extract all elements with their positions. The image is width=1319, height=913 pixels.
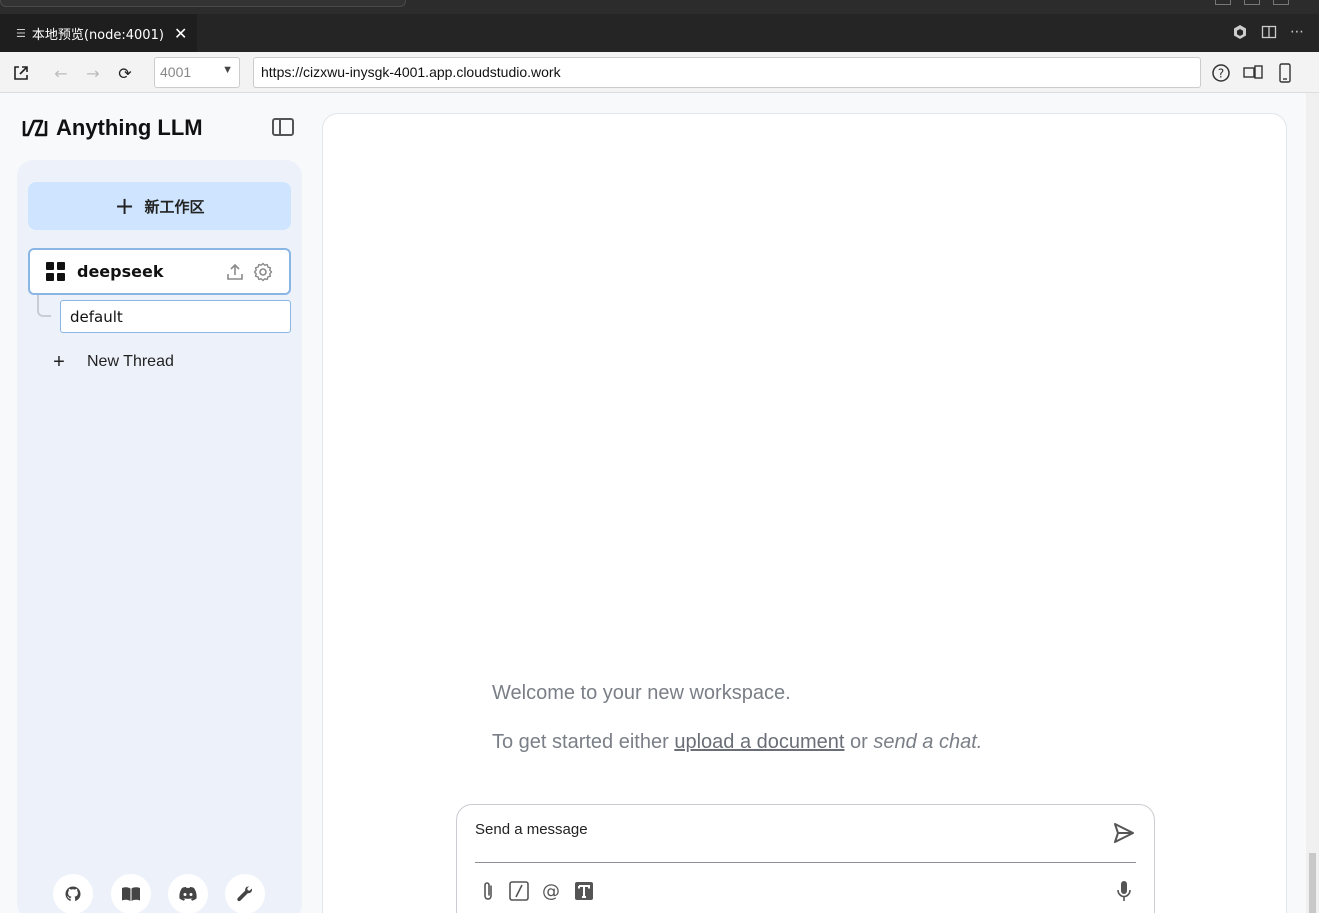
editor-tab-bar: ☰ 本地预览(node:4001) ✕ ⋯ <box>0 14 1319 52</box>
back-arrow-icon[interactable]: ← <box>51 63 71 83</box>
workspace-item-deepseek[interactable]: deepseek <box>28 248 291 295</box>
microphone-icon[interactable] <box>1113 880 1135 902</box>
scrollbar-thumb[interactable] <box>1309 853 1316 913</box>
help-icon[interactable]: ? <box>1211 63 1231 83</box>
port-value: 4001 <box>160 64 192 80</box>
upload-document-link[interactable]: upload a document <box>674 731 844 753</box>
tab-title: 本地预览(node:4001) <box>31 27 164 43</box>
at-mention-icon[interactable]: @ <box>540 880 562 902</box>
app-viewport: Anything LLM + 新工作区 deepseek default + N… <box>0 93 1306 913</box>
sidebar: + 新工作区 deepseek default + New Thread <box>17 160 302 913</box>
new-thread-button[interactable]: + New Thread <box>45 348 174 376</box>
command-center[interactable] <box>0 0 406 7</box>
extension-icon[interactable] <box>1231 23 1249 41</box>
sidebar-toggle-icon[interactable] <box>272 118 294 136</box>
minimize-icon[interactable] <box>1215 0 1231 5</box>
mobile-device-icon[interactable] <box>1275 63 1295 83</box>
attachment-icon[interactable] <box>477 880 499 902</box>
tab-close-icon[interactable]: ✕ <box>174 24 187 43</box>
tab-local-preview[interactable]: ☰ 本地预览(node:4001) ✕ <box>0 14 197 52</box>
svg-text:?: ? <box>1218 67 1224 81</box>
workspace-grid-icon <box>46 262 65 281</box>
maximize-icon[interactable] <box>1244 0 1260 5</box>
send-icon[interactable] <box>1112 821 1136 845</box>
chat-panel: Welcome to your new workspace. To get st… <box>322 113 1287 913</box>
brand-name: Anything LLM <box>56 115 203 140</box>
thread-item-default[interactable]: default <box>60 300 291 333</box>
send-chat-text: send a chat. <box>873 731 983 753</box>
plus-icon: + <box>53 350 65 373</box>
book-icon[interactable] <box>111 874 151 913</box>
forward-arrow-icon[interactable]: → <box>83 63 103 83</box>
welcome-message: Welcome to your new workspace. <box>492 682 791 704</box>
open-external-icon[interactable] <box>11 63 31 83</box>
split-editor-icon[interactable] <box>1260 23 1278 41</box>
new-workspace-label: 新工作区 <box>144 197 205 216</box>
message-composer: Send a message @ <box>456 804 1155 913</box>
get-started-middle: or <box>844 731 874 753</box>
slash-command-icon[interactable] <box>508 880 530 902</box>
composer-divider <box>475 862 1136 863</box>
wrench-icon[interactable] <box>225 874 265 913</box>
chevron-down-icon: ▼ <box>222 64 233 76</box>
preview-toolbar: ← → ⟳ 4001 ▼ https://cizxwu-inysgk-4001.… <box>0 52 1319 93</box>
new-thread-label: New Thread <box>87 353 174 370</box>
close-window-icon[interactable] <box>1273 0 1289 5</box>
new-workspace-button[interactable]: + 新工作区 <box>28 182 291 230</box>
plus-icon: + <box>114 192 135 220</box>
anything-llm-logo-icon <box>22 119 48 137</box>
responsive-devices-icon[interactable] <box>1243 63 1263 83</box>
refresh-icon[interactable]: ⟳ <box>115 63 135 83</box>
brand-logo[interactable]: Anything LLM <box>22 115 203 141</box>
github-icon[interactable] <box>53 874 93 913</box>
url-input[interactable]: https://cizxwu-inysgk-4001.app.cloudstud… <box>253 57 1201 88</box>
gear-icon[interactable] <box>253 262 273 282</box>
text-format-icon[interactable] <box>573 880 595 902</box>
discord-icon[interactable] <box>168 874 208 913</box>
get-started-prefix: To get started either <box>492 731 675 753</box>
upload-icon[interactable] <box>225 262 245 282</box>
preview-icon: ☰ <box>16 26 26 40</box>
port-select[interactable]: 4001 ▼ <box>154 57 240 88</box>
message-input[interactable]: Send a message <box>475 821 588 838</box>
workspace-name: deepseek <box>77 262 164 281</box>
more-actions-icon[interactable]: ⋯ <box>1288 23 1306 41</box>
get-started-message: To get started either upload a document … <box>492 731 982 754</box>
thread-connector <box>37 295 51 317</box>
window-top-strip <box>0 0 1319 14</box>
page-scrollbar[interactable] <box>1306 93 1319 913</box>
